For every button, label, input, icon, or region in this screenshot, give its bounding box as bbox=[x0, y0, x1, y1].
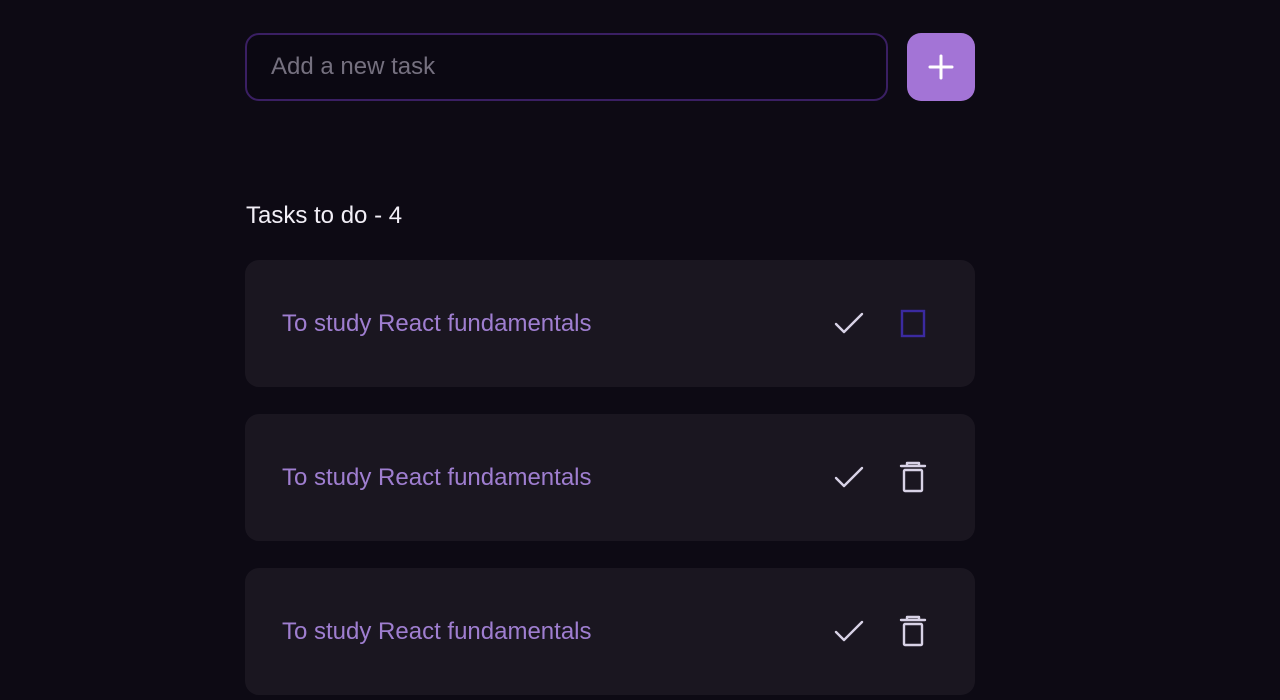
add-task-button[interactable] bbox=[907, 33, 975, 101]
complete-task-button[interactable] bbox=[829, 611, 869, 651]
delete-task-button[interactable] bbox=[893, 303, 933, 343]
tasks-count-heading: Tasks to do - 4 bbox=[246, 202, 403, 229]
check-icon bbox=[832, 460, 866, 494]
task-label: To study React fundamentals bbox=[282, 618, 592, 645]
trash-icon bbox=[896, 306, 930, 340]
delete-task-button[interactable] bbox=[893, 611, 933, 651]
todo-page: Tasks to do - 4 To study React fundament… bbox=[0, 0, 1280, 700]
task-label: To study React fundamentals bbox=[282, 310, 592, 337]
delete-task-button[interactable] bbox=[893, 457, 933, 497]
complete-task-button[interactable] bbox=[829, 457, 869, 497]
task-label: To study React fundamentals bbox=[282, 464, 592, 491]
trash-icon bbox=[896, 460, 930, 494]
task-item: To study React fundamentals bbox=[245, 260, 975, 387]
check-icon bbox=[832, 306, 866, 340]
complete-task-button[interactable] bbox=[829, 303, 869, 343]
new-task-input[interactable] bbox=[245, 33, 888, 101]
task-item: To study React fundamentals bbox=[245, 414, 975, 541]
check-icon bbox=[832, 614, 866, 648]
plus-icon bbox=[926, 52, 956, 82]
trash-icon bbox=[896, 614, 930, 648]
task-list: To study React fundamentals To study Rea… bbox=[245, 260, 975, 700]
add-task-row bbox=[245, 33, 975, 101]
task-item: To study React fundamentals bbox=[245, 568, 975, 695]
